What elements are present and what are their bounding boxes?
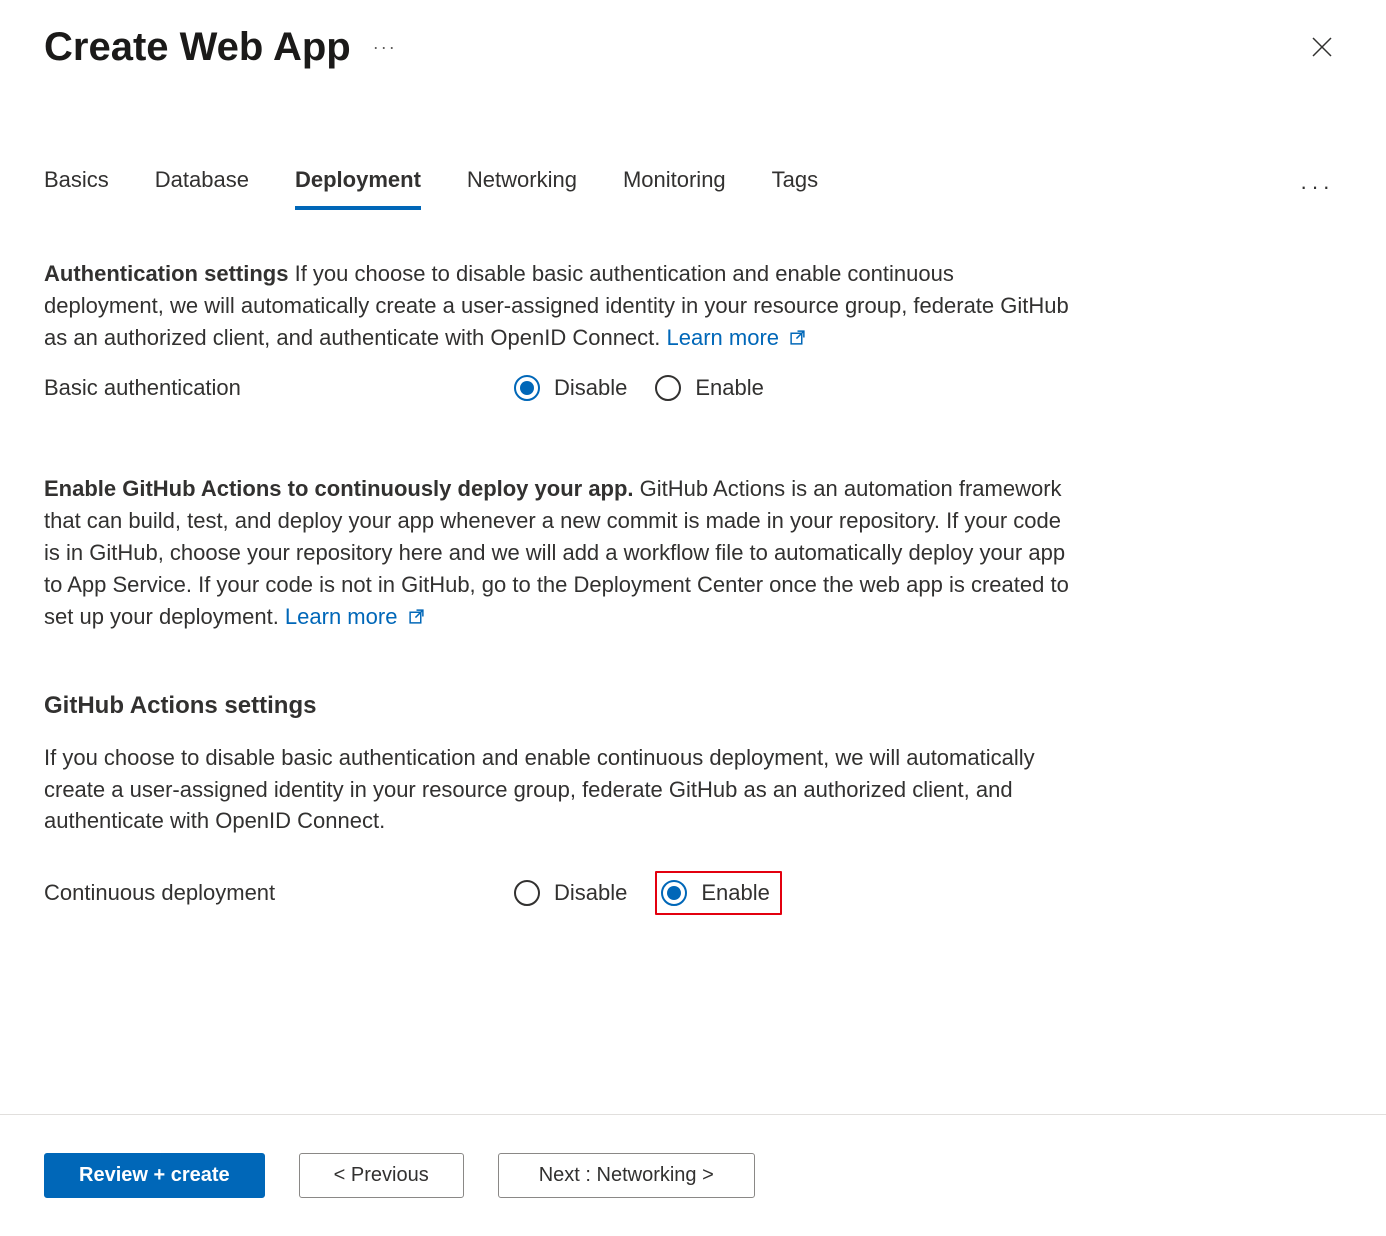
radio-icon [514, 375, 540, 401]
close-icon [1311, 36, 1333, 58]
radio-label: Disable [554, 372, 627, 404]
next-button[interactable]: Next : Networking > [498, 1153, 755, 1198]
gha-heading: Enable GitHub Actions to continuously de… [44, 476, 634, 501]
radio-label: Enable [695, 372, 764, 404]
basic-auth-field: Basic authentication Disable Enable [44, 372, 1076, 404]
auth-learn-more-link[interactable]: Learn more [667, 325, 807, 350]
external-link-icon [789, 329, 806, 346]
radio-icon [655, 375, 681, 401]
continuous-deployment-field: Continuous deployment Disable Enable [44, 871, 1076, 915]
gha-learn-more-link[interactable]: Learn more [285, 604, 425, 629]
radio-label: Enable [701, 877, 770, 909]
basic-auth-enable-option[interactable]: Enable [655, 372, 764, 404]
radio-icon [514, 880, 540, 906]
tab-basics[interactable]: Basics [44, 164, 109, 210]
review-create-button[interactable]: Review + create [44, 1153, 265, 1198]
basic-auth-radio-group: Disable Enable [514, 372, 764, 404]
gha-settings-desc: If you choose to disable basic authentic… [44, 742, 1076, 838]
content: Authentication settings If you choose to… [0, 210, 1120, 1114]
title-more-icon[interactable]: ··· [373, 34, 397, 60]
tabs: Basics Database Deployment Networking Mo… [44, 164, 818, 210]
continuous-deployment-disable-option[interactable]: Disable [514, 877, 627, 909]
link-text: Learn more [285, 604, 398, 629]
close-button[interactable] [1302, 27, 1342, 67]
tab-deployment[interactable]: Deployment [295, 164, 421, 210]
previous-button[interactable]: < Previous [299, 1153, 464, 1198]
link-text: Learn more [667, 325, 780, 350]
gha-settings-heading: GitHub Actions settings [44, 689, 1076, 724]
tabs-row: Basics Database Deployment Networking Mo… [0, 164, 1386, 210]
tab-tags[interactable]: Tags [772, 164, 818, 210]
header-left: Create Web App ··· [44, 18, 397, 76]
external-link-icon [408, 608, 425, 625]
auth-paragraph: Authentication settings If you choose to… [44, 258, 1076, 354]
basic-auth-disable-option[interactable]: Disable [514, 372, 627, 404]
continuous-deployment-radio-group: Disable Enable [514, 871, 782, 915]
tabs-more-icon[interactable]: ··· [1300, 171, 1342, 203]
radio-icon [661, 880, 687, 906]
page-title: Create Web App [44, 18, 351, 76]
footer: Review + create < Previous Next : Networ… [0, 1114, 1386, 1236]
tab-database[interactable]: Database [155, 164, 249, 210]
basic-auth-label: Basic authentication [44, 372, 514, 404]
header: Create Web App ··· [0, 0, 1386, 76]
auth-heading: Authentication settings [44, 261, 288, 286]
tab-monitoring[interactable]: Monitoring [623, 164, 726, 210]
gha-paragraph: Enable GitHub Actions to continuously de… [44, 473, 1076, 632]
continuous-deployment-label: Continuous deployment [44, 877, 514, 909]
continuous-deployment-enable-option[interactable]: Enable [655, 871, 782, 915]
tab-networking[interactable]: Networking [467, 164, 577, 210]
radio-label: Disable [554, 877, 627, 909]
